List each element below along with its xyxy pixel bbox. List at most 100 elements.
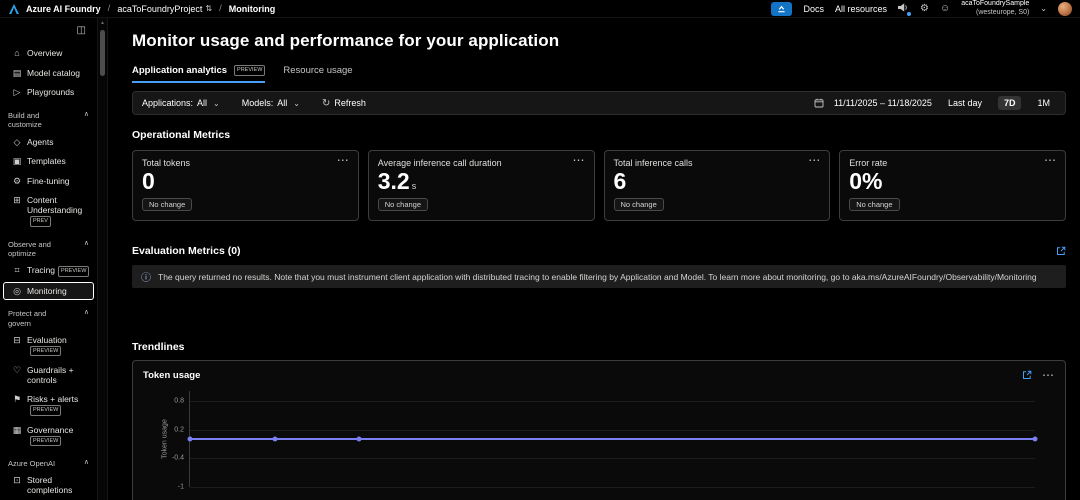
account-menu[interactable]: acaToFoundrySample (westeurope, S0) <box>961 0 1029 17</box>
resource-switcher-button[interactable] <box>771 1 793 16</box>
sidebar-item-overview[interactable]: ⌂ Overview <box>3 44 94 63</box>
sidebar-group-azure-openai[interactable]: Azure OpenAI ∧ <box>0 451 97 470</box>
y-tick-label: -1 <box>177 483 184 491</box>
sidebar-item-label: Overview <box>27 48 63 58</box>
metric-card-avg-inference-duration: ⋯ Average inference call duration 3.2 s N… <box>367 150 595 222</box>
refresh-label: Refresh <box>334 98 366 108</box>
templates-icon: ▣ <box>12 156 22 167</box>
brand-title[interactable]: Azure AI Foundry <box>26 4 101 14</box>
range-7d-button[interactable]: 7D <box>997 96 1022 110</box>
sidebar-item-guardrails-controls[interactable]: ♡ Guardrails + controls <box>3 361 94 389</box>
sidebar-item-governance[interactable]: ▦ GovernancePREVIEW <box>3 421 94 450</box>
settings-gear-icon[interactable]: ⚙ <box>920 3 929 14</box>
preview-badge: PREV <box>30 216 51 227</box>
chevron-up-icon[interactable]: ∧ <box>84 309 89 318</box>
open-in-new-icon[interactable] <box>1022 370 1032 380</box>
more-icon[interactable]: ⋯ <box>1042 368 1055 382</box>
page-title: Monitor usage and performance for your a… <box>132 31 560 50</box>
sidebar-item-monitoring[interactable]: ◎ Monitoring <box>3 281 94 301</box>
metric-card-error-rate: ⋯ Error rate 0% No change <box>839 150 1066 222</box>
model-catalog-icon: ▤ <box>12 67 22 78</box>
metric-value: 6 <box>613 168 627 194</box>
all-resources-link[interactable]: All resources <box>835 4 887 14</box>
tab-bar: Application analytics PREVIEW Resource u… <box>132 65 1066 83</box>
sidebar-item-agents[interactable]: ◇ Agents <box>3 133 94 152</box>
sidebar-item-label: Risks + alerts <box>27 394 79 405</box>
metric-value: 3.2 <box>377 168 410 194</box>
tab-resource-usage[interactable]: Resource usage <box>283 65 352 83</box>
sidebar-item-label: Monitoring <box>27 285 67 296</box>
metric-label: Total tokens <box>142 158 191 168</box>
sidebar-group-build-and-customize[interactable]: Build and customize ∧ <box>0 103 97 132</box>
applications-filter[interactable]: Applications: All ⌄ <box>142 98 220 108</box>
fine-tuning-icon: ⚙ <box>12 175 22 186</box>
sidebar-item-playgrounds[interactable]: ▷ Playgrounds <box>3 83 94 102</box>
sidebar-group-observe-and-optimize[interactable]: Observe and optimize ∧ <box>0 232 97 261</box>
info-icon: ⓘ <box>141 273 151 285</box>
preview-badge: PREVIEW <box>30 405 62 416</box>
sidebar-item-tracing[interactable]: ⌗ Tracing PREVIEW <box>3 261 94 280</box>
more-icon[interactable]: ⋯ <box>337 153 350 167</box>
token-usage-card: Token usage ⋯ Token usage 0.8 0.2 -0.4 -1 <box>132 360 1066 500</box>
sidebar-group-title: Build and customize <box>8 110 42 130</box>
sidebar-group-title: Protect and govern <box>8 309 47 328</box>
chart-title: Token usage <box>143 369 201 381</box>
more-icon[interactable]: ⋯ <box>1044 153 1057 167</box>
sidebar-item-stored-completions[interactable]: ⊡ Stored completions <box>3 471 94 499</box>
range-last-day-button[interactable]: Last day <box>942 96 988 110</box>
sidebar-item-templates[interactable]: ▣ Templates <box>3 152 94 171</box>
more-icon[interactable]: ⋯ <box>808 153 821 167</box>
metric-value: 0% <box>849 168 883 194</box>
chart-marker <box>356 436 362 442</box>
sidebar-item-model-catalog[interactable]: ▤ Model catalog <box>3 64 94 83</box>
chevron-up-icon[interactable]: ∧ <box>84 240 89 249</box>
governance-icon: ▦ <box>12 424 22 435</box>
chevron-up-icon[interactable]: ∧ <box>84 459 89 468</box>
sidebar-item-fine-tuning[interactable]: ⚙ Fine-tuning <box>3 172 94 191</box>
open-in-new-icon[interactable] <box>1056 246 1066 256</box>
docs-link[interactable]: Docs <box>803 4 824 14</box>
chart-marker <box>272 436 277 442</box>
main-content: Monitor usage and performance for your a… <box>108 18 1080 500</box>
sidebar-item-label: Evaluation <box>27 335 67 346</box>
app-body: ◫ ⌂ Overview ▤ Model catalog ▷ Playgroun… <box>0 18 1080 500</box>
playgrounds-icon: ▷ <box>13 87 21 98</box>
sidebar-item-label: Fine-tuning <box>27 175 70 186</box>
chevron-down-icon[interactable]: ⌄ <box>1040 4 1047 13</box>
chevron-up-icon[interactable]: ∧ <box>84 111 89 120</box>
chart-gridline <box>190 400 1035 402</box>
metric-label: Error rate <box>849 158 888 168</box>
sidebar-item-evaluation[interactable]: ⊟ EvaluationPREVIEW <box>3 331 94 360</box>
breadcrumb-project[interactable]: acaToFoundryProject ⇅ <box>117 4 212 14</box>
y-tick-label: 0.8 <box>174 397 184 405</box>
metric-cards: ⋯ Total tokens 0 No change ⋯ Average inf… <box>132 150 1066 222</box>
sidebar-group-title: Observe and optimize <box>8 239 51 259</box>
breadcrumb-separator: / <box>107 3 111 14</box>
feedback-icon[interactable]: ☺ <box>940 3 950 14</box>
breadcrumb-separator: / <box>219 3 222 14</box>
metric-card-total-inference-calls: ⋯ Total inference calls 6 No change <box>603 150 831 222</box>
more-icon[interactable]: ⋯ <box>573 153 586 167</box>
chart-gridline <box>190 429 1035 431</box>
refresh-button[interactable]: ↻ Refresh <box>322 98 366 109</box>
scroll-up-icon[interactable]: ▲ <box>98 20 107 26</box>
sidebar-group-title: Azure OpenAI <box>8 458 56 468</box>
sidebar-item-risks-alerts[interactable]: ⚑ Risks + alertsPREVIEW <box>3 390 94 419</box>
project-switcher-icon[interactable]: ⇅ <box>205 4 212 13</box>
info-message: The query returned no results. Note that… <box>158 271 1037 282</box>
range-1m-button[interactable]: 1M <box>1031 96 1056 110</box>
y-tick-label: 0.2 <box>174 426 184 434</box>
tab-application-analytics[interactable]: Application analytics PREVIEW <box>132 65 266 83</box>
scrollbar-thumb[interactable] <box>100 30 105 76</box>
sidebar-group-protect-and-govern[interactable]: Protect and govern ∧ <box>0 301 97 330</box>
date-range[interactable]: 11/11/2025 – 11/18/2025 <box>834 98 932 108</box>
collapse-panel-icon[interactable]: ◫ <box>77 25 86 36</box>
avatar[interactable] <box>1058 1 1072 16</box>
sidebar-scrollbar[interactable]: ▲ <box>97 18 108 500</box>
announcements-icon[interactable] <box>898 2 912 16</box>
sidebar-item-content-understanding[interactable]: ⊞ Content UnderstandingPREV <box>3 191 94 230</box>
models-filter[interactable]: Models: All ⌄ <box>242 98 300 108</box>
notification-dot <box>907 11 912 16</box>
sidebar-item-label: Tracing <box>27 265 56 276</box>
operational-metrics-heading: Operational Metrics <box>132 129 231 141</box>
